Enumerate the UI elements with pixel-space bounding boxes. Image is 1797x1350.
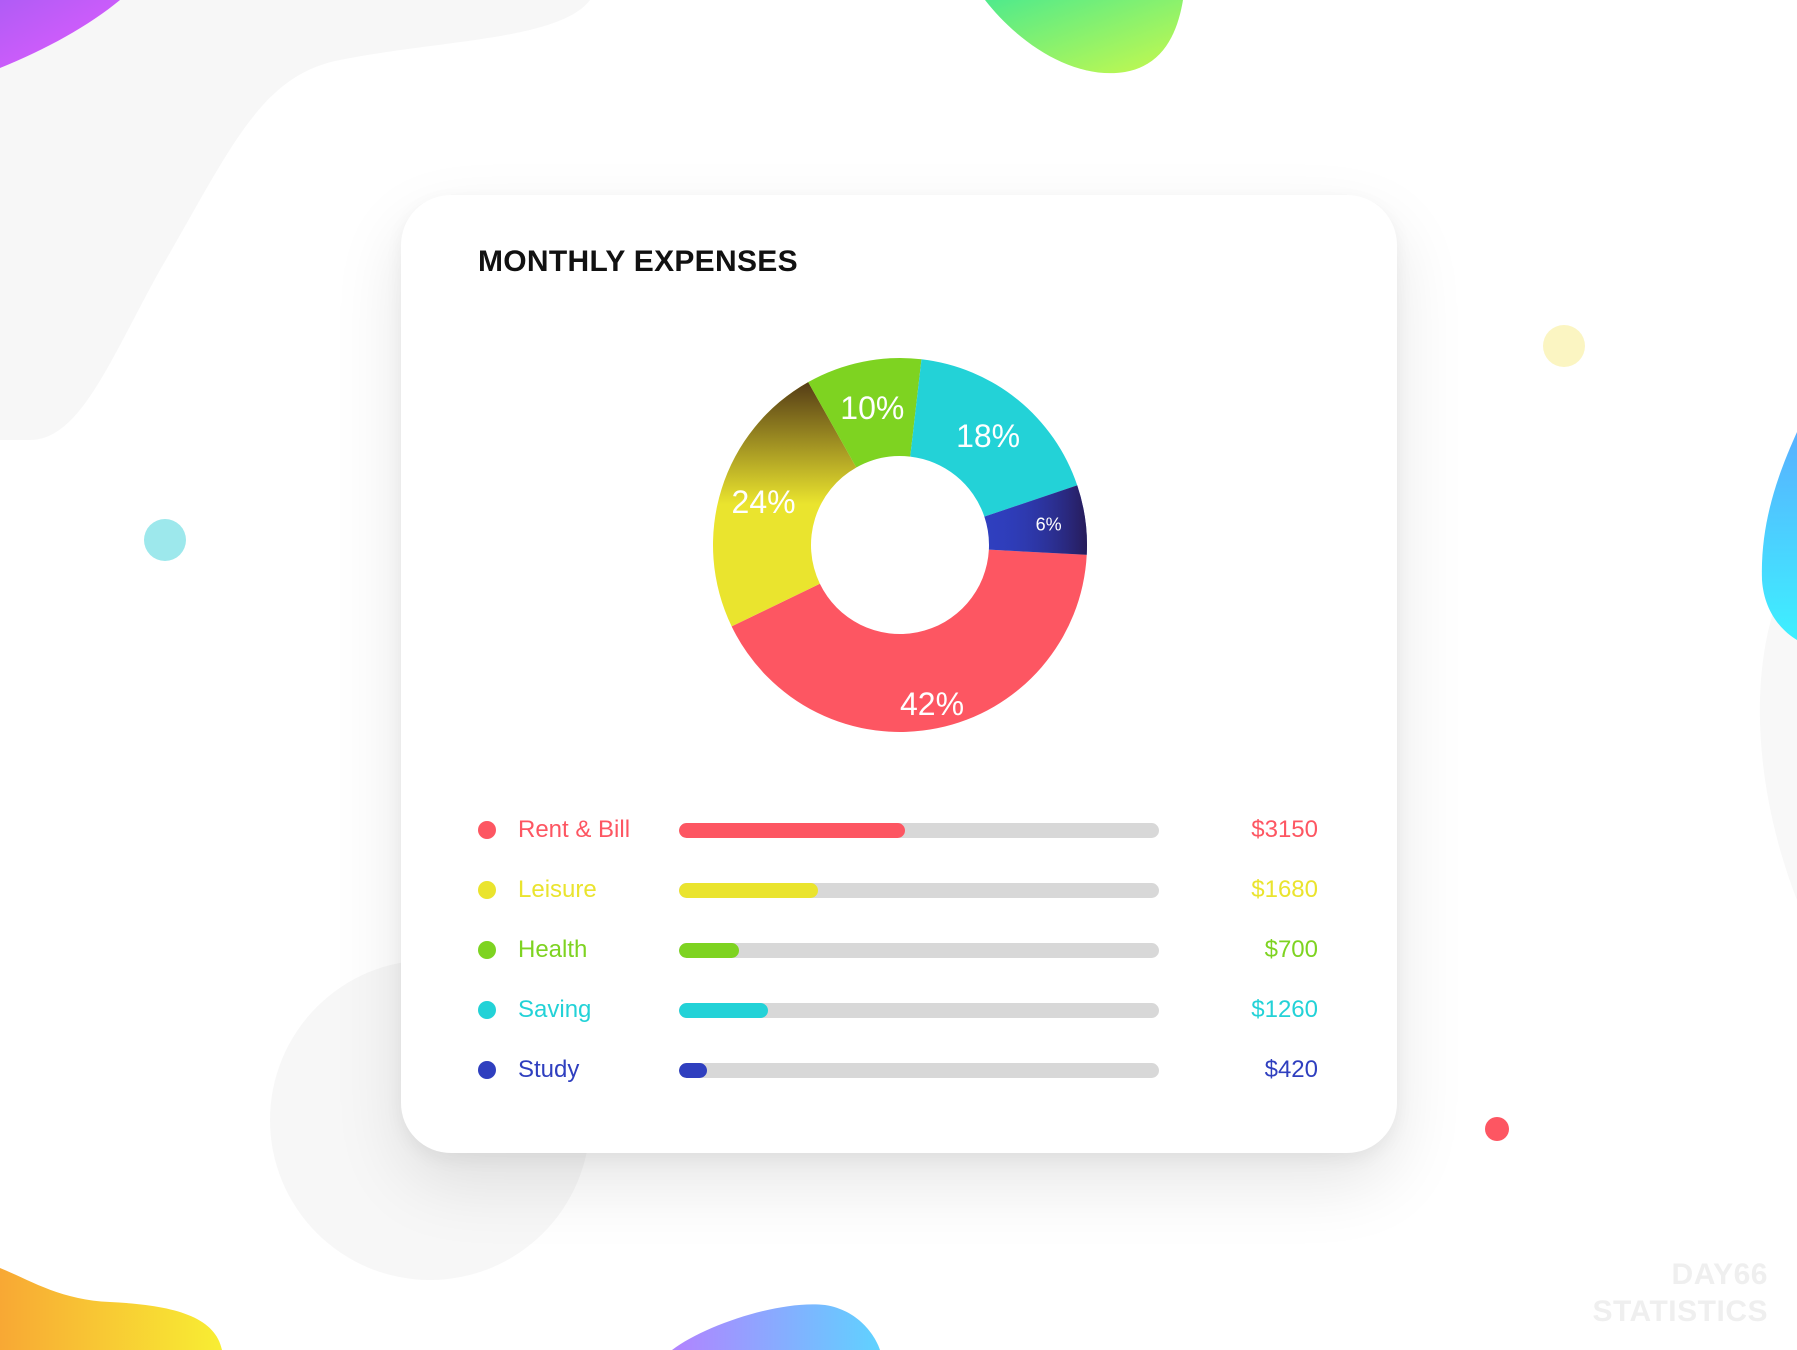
legend-amount: $1680 (1251, 876, 1318, 903)
donut-percent-label: 6% (1036, 515, 1062, 535)
legend-label: Health (518, 936, 588, 963)
cyan-blob (1761, 432, 1797, 640)
donut-percent-label: 24% (732, 484, 796, 520)
orange-blob (0, 1268, 222, 1350)
legend-label: Leisure (518, 876, 597, 903)
donut-percent-label: 18% (956, 418, 1020, 454)
legend-row-rent-bill: Rent & Bill $3150 (478, 815, 1318, 845)
legend-progress-track (679, 823, 1159, 838)
donut-percent-label: 10% (840, 390, 904, 426)
legend-dot (478, 821, 496, 839)
green-blob (985, 0, 1183, 74)
legend-amount: $3150 (1251, 816, 1318, 843)
legend-dot (478, 1061, 496, 1079)
legend-label: Saving (518, 996, 592, 1023)
yellow-dot (1543, 325, 1585, 367)
legend-progress-track (679, 943, 1159, 958)
legend-dot (478, 881, 496, 899)
legend-progress-fill (679, 1003, 768, 1018)
legend-dot (478, 1001, 496, 1019)
legend-progress-track (679, 883, 1159, 898)
legend-progress-fill (679, 883, 819, 898)
legend-amount: $420 (1264, 1056, 1318, 1083)
watermark: DAY66 STATISTICS (1592, 1256, 1768, 1330)
legend-dot (478, 941, 496, 959)
legend-row-leisure: Leisure $1680 (478, 875, 1318, 905)
red-dot (1485, 1117, 1509, 1141)
monthly-expenses-card: MONTHLY EXPENSES 42% 24% 10% 18% 6% Rent & B… (401, 195, 1397, 1153)
blue-blob (672, 1304, 880, 1350)
cyan-dot (144, 519, 186, 561)
legend-amount: $1260 (1251, 996, 1318, 1023)
donut-percent-label: 42% (900, 686, 964, 722)
legend-progress-fill (679, 1063, 707, 1078)
watermark-line-day: DAY66 (1671, 1258, 1768, 1291)
legend-row-saving: Saving $1260 (478, 995, 1318, 1025)
legend-progress-track (679, 1063, 1159, 1078)
legend-label: Study (518, 1056, 580, 1083)
legend-label: Rent & Bill (518, 816, 631, 843)
legend-progress-fill (679, 943, 739, 958)
legend-progress-track (679, 1003, 1159, 1018)
legend-amount: $700 (1264, 936, 1318, 963)
watermark-line-statistics: STATISTICS (1592, 1295, 1768, 1328)
legend-row-health: Health $700 (478, 935, 1318, 965)
legend-row-study: Study $420 (478, 1055, 1318, 1085)
legend-progress-fill (679, 823, 905, 838)
